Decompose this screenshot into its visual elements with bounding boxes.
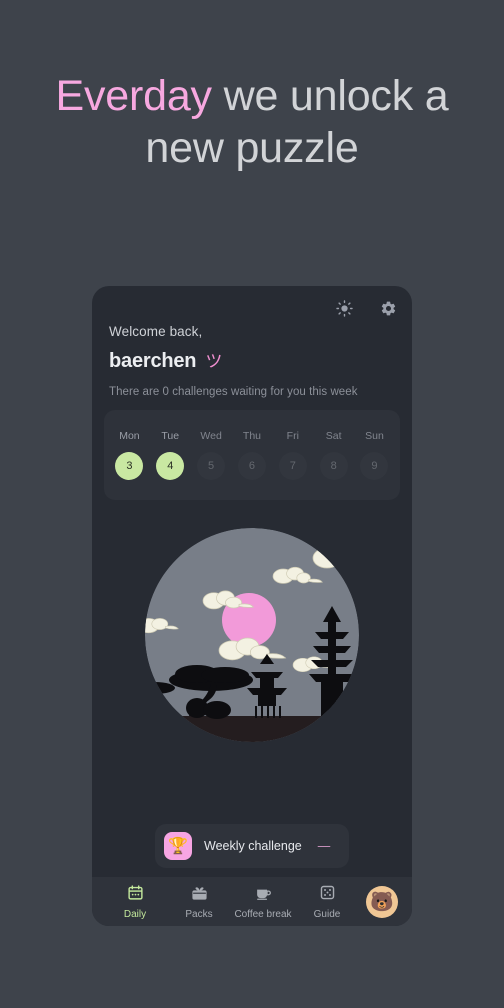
greeting-block: Welcome back, baerchen ツ There are 0 cha… — [109, 324, 395, 398]
weekly-challenge-label: Weekly challenge — [204, 839, 302, 853]
week-day-fri[interactable]: Fri 7 — [274, 430, 312, 480]
day-label: Sat — [325, 430, 342, 442]
nav-label: Guide — [313, 908, 341, 920]
coffee-cup-icon — [255, 884, 272, 906]
day-number: 3 — [115, 452, 144, 480]
week-day-sat[interactable]: Sat 8 — [315, 430, 353, 480]
week-strip: Mon 3 Tue 4 Wed 5 Thu 6 Fri 7 Sat 8 Sun … — [104, 410, 400, 500]
nav-item-coffee-break[interactable]: Coffee break — [232, 884, 294, 920]
nav-label: Packs — [185, 908, 213, 920]
sun-icon[interactable] — [330, 294, 358, 322]
nav-item-daily[interactable]: Daily — [104, 884, 166, 920]
gear-icon[interactable] — [374, 294, 402, 322]
challenge-status-text: There are 0 challenges waiting for you t… — [109, 386, 358, 398]
week-day-tue[interactable]: Tue 4 — [151, 430, 189, 480]
day-number: 5 — [197, 452, 226, 480]
kaomoji-icon: ツ — [205, 352, 223, 371]
day-label: Wed — [200, 430, 222, 442]
day-label: Fri — [286, 430, 299, 442]
day-number: 6 — [237, 452, 266, 480]
nav-item-guide[interactable]: Guide — [296, 884, 358, 920]
day-label: Tue — [161, 430, 180, 442]
weekly-challenge-button[interactable]: 🏆 Weekly challenge — — [155, 824, 349, 868]
japanese-night-scene-illustration — [145, 528, 359, 742]
nav-label: Coffee break — [234, 908, 292, 920]
week-day-wed[interactable]: Wed 5 — [192, 430, 230, 480]
day-label: Sun — [365, 430, 384, 442]
day-number: 4 — [156, 452, 185, 480]
page-title: Everday we unlock a new puzzle — [0, 70, 504, 174]
week-day-thu[interactable]: Thu 6 — [233, 430, 271, 480]
gift-box-icon — [191, 884, 208, 906]
week-day-sun[interactable]: Sun 9 — [355, 430, 393, 480]
calendar-icon — [127, 884, 144, 906]
welcome-text: Welcome back, — [109, 324, 203, 339]
day-number: 7 — [278, 452, 307, 480]
dice-icon — [319, 884, 336, 906]
bear-avatar[interactable]: 🐻 — [366, 885, 398, 918]
day-label: Mon — [119, 430, 140, 442]
nav-item-packs[interactable]: Packs — [168, 884, 230, 920]
app-screen: Everday we unlock a new puzzle Welcome b… — [0, 0, 504, 1008]
day-number: 9 — [360, 452, 389, 480]
username: baerchen — [109, 350, 197, 372]
card-topbar — [330, 294, 402, 322]
trophy-icon: 🏆 — [164, 832, 192, 860]
username-row: baerchen ツ — [109, 347, 395, 373]
week-day-mon[interactable]: Mon 3 — [110, 430, 148, 480]
day-label: Thu — [242, 430, 261, 442]
app-card: Welcome back, baerchen ツ There are 0 cha… — [92, 286, 412, 926]
bottom-nav: Daily Packs Coffee break Guide 🐻 — [92, 877, 412, 926]
weekly-challenge-value: — — [317, 839, 331, 853]
day-number: 8 — [319, 452, 348, 480]
headline-accent: Everday — [55, 72, 213, 120]
nav-label: Daily — [123, 908, 147, 920]
